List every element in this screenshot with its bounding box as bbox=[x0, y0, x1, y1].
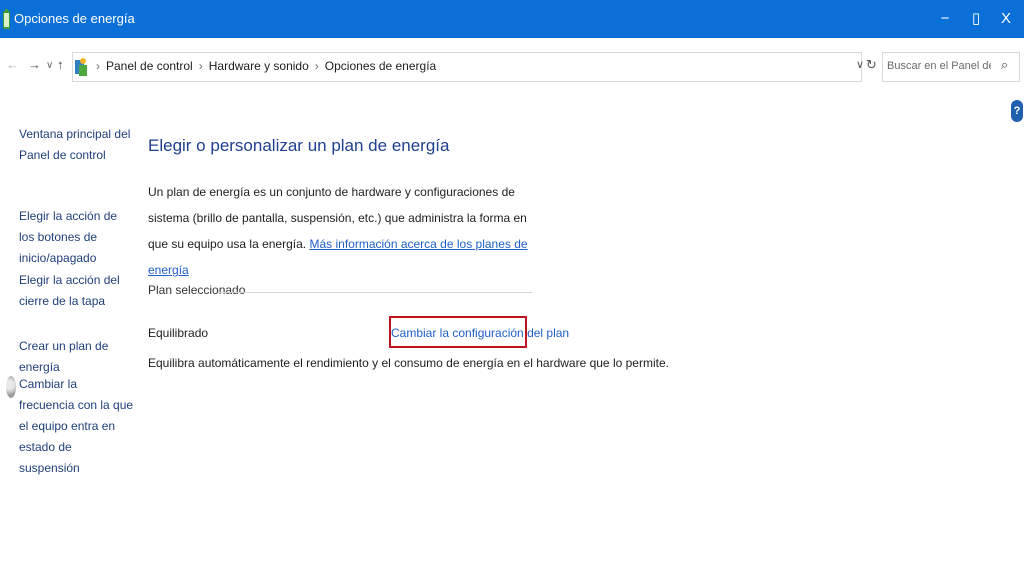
up-button[interactable]: ↑ bbox=[57, 57, 64, 72]
page-title: Elegir o personalizar un plan de energía bbox=[148, 136, 450, 155]
plan-description: Equilibra automáticamente el rendimiento… bbox=[148, 356, 669, 370]
back-button[interactable]: ← bbox=[6, 57, 19, 72]
control-panel-icon bbox=[75, 58, 87, 76]
breadcrumb-control-panel[interactable]: Panel de control bbox=[106, 59, 193, 73]
navigation-bar: ← → ∨ ↑ › Panel de control › Hardware y son… bbox=[0, 52, 1024, 82]
breadcrumb-power-options[interactable]: Opciones de energía bbox=[325, 59, 436, 73]
link-power-buttons[interactable]: Elegir la acción de los botones de inici… bbox=[19, 206, 134, 269]
minimize-button[interactable]: − bbox=[930, 6, 960, 32]
section-divider bbox=[218, 292, 532, 293]
section-label: Plan seleccionado bbox=[148, 283, 246, 297]
recent-locations-button[interactable]: ∨ bbox=[46, 60, 53, 71]
address-bar[interactable]: › Panel de control › Hardware y sonido › Opci… bbox=[72, 52, 862, 82]
change-plan-highlight: Cambiar la configuración del plan bbox=[389, 316, 569, 348]
change-plan-link[interactable]: Cambiar la configuración del plan bbox=[391, 326, 569, 340]
help-icon[interactable]: ? bbox=[1011, 100, 1023, 122]
close-button[interactable]: X bbox=[991, 6, 1021, 32]
link-control-panel-home[interactable]: Ventana principal del Panel de control bbox=[19, 124, 134, 166]
maximize-button[interactable]: ▯ bbox=[961, 6, 991, 32]
plan-intro: Un plan de energía es un conjunto de har… bbox=[148, 179, 534, 283]
breadcrumb-separator: › bbox=[198, 59, 203, 73]
breadcrumb-separator: › bbox=[96, 59, 100, 73]
link-sleep-settings[interactable]: Cambiar la frecuencia con la que el equi… bbox=[19, 374, 134, 479]
search-icon[interactable]: ⌕ bbox=[1001, 57, 1008, 73]
window-title: Opciones de energía bbox=[14, 11, 135, 26]
refresh-icon[interactable]: ↻ bbox=[866, 57, 877, 73]
forward-button[interactable]: → bbox=[28, 57, 41, 72]
address-dropdown-button[interactable]: ∨ bbox=[856, 58, 864, 71]
breadcrumb-hardware-sound[interactable]: Hardware y sonido bbox=[209, 59, 309, 73]
title-bar: Opciones de energía − ▯ X bbox=[0, 0, 1024, 38]
search-input[interactable] bbox=[887, 58, 991, 74]
search-box[interactable]: ⌕ bbox=[882, 52, 1020, 82]
sleep-moon-icon bbox=[6, 376, 16, 398]
breadcrumb-separator: › bbox=[314, 59, 319, 73]
selected-plan-section: Plan seleccionado bbox=[148, 281, 532, 301]
power-options-icon bbox=[3, 9, 10, 29]
plan-name: Equilibrado bbox=[148, 326, 209, 340]
breadcrumb: › Panel de control › Hardware y sonido › Opci… bbox=[90, 59, 436, 73]
link-create-plan[interactable]: Crear un plan de energía bbox=[19, 336, 134, 378]
link-lid-close[interactable]: Elegir la acción del cierre de la tapa bbox=[19, 270, 134, 312]
